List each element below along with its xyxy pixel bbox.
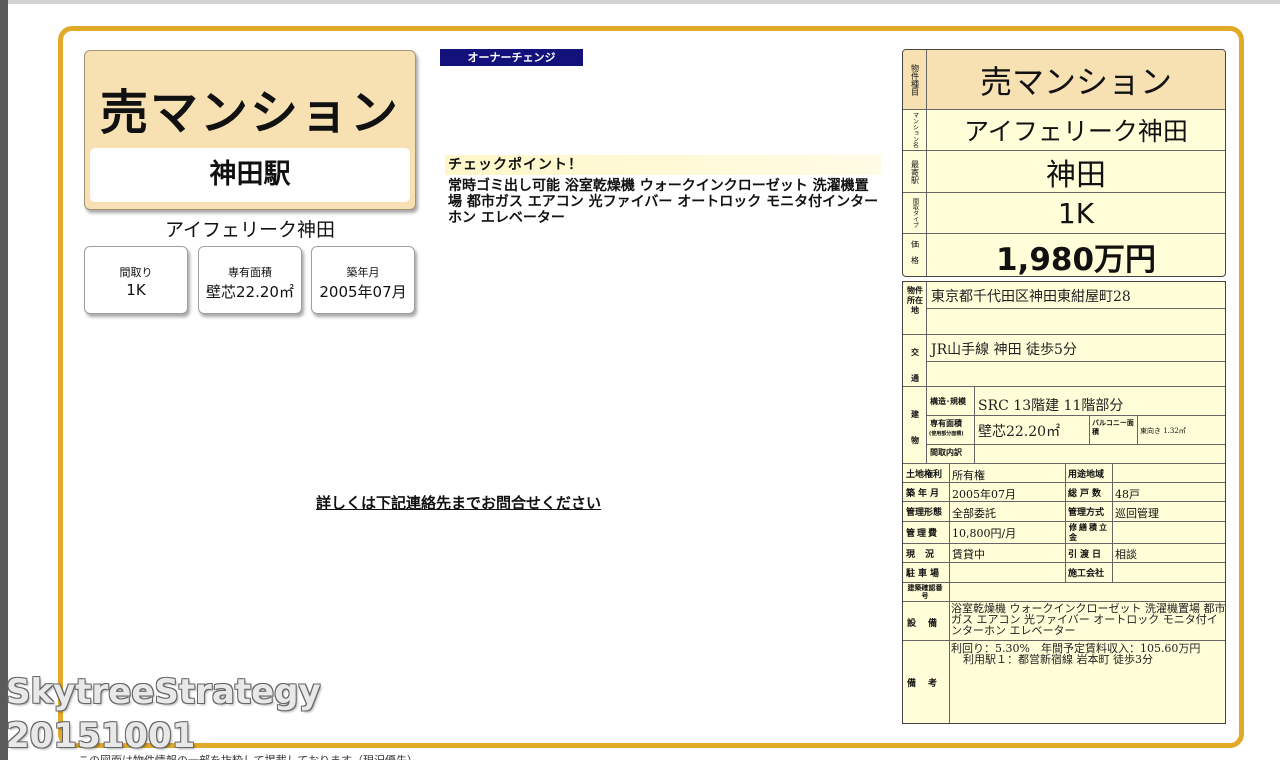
area-value: 壁芯22.20㎡ (978, 424, 1061, 440)
row-line-1 (903, 482, 1225, 483)
area-card-value: 壁芯22.20㎡ (206, 283, 294, 301)
balcony-divider-right (1137, 415, 1138, 444)
property-name: アイフェリーク神田 (164, 219, 336, 241)
building-label: 建物 (911, 410, 919, 445)
management-type-value: 全部委託 (952, 507, 996, 520)
management-type-label: 管理形態 (906, 508, 943, 518)
total-units-label: 総戸数 (1068, 489, 1105, 499)
summary-layout-row: 間取タイプ 1K (903, 193, 1225, 234)
grid-divider-3 (1112, 463, 1113, 582)
management-method-label: 管理方式 (1068, 508, 1105, 518)
summary-station-row: 最寄駅 神田 (903, 151, 1225, 193)
transport-sub-line (926, 361, 1225, 362)
area-note: (使用部分面積) (929, 431, 964, 437)
built-label: 築年月 (906, 489, 943, 499)
transport-value: JR山手線 神田 徒歩5分 (931, 342, 1077, 358)
structure-bottom-line (926, 415, 1225, 416)
row-line-2 (903, 501, 1225, 502)
summary-station-value: 神田 (1046, 157, 1106, 193)
details-table: 物件所在地 東京都千代田区神田東紺屋町28 交通 JR山手線 神田 徒歩5分 建… (902, 281, 1226, 724)
equipment-value: 浴室乾燥機 ウォークインクローゼット 洗濯機置場 都市ガス エアコン 光ファイバ… (951, 602, 1226, 637)
transport-label: 交通 (911, 348, 919, 383)
checkpoint-heading: チェックポイント！ (445, 155, 881, 175)
address-label: 物件所在地 (907, 286, 923, 315)
total-units-value: 48戸 (1115, 488, 1140, 501)
summary-price-value: 1,980万円 (995, 241, 1157, 277)
watermark-line-2: 20151001 (6, 716, 196, 756)
lower-divider (949, 582, 950, 723)
remarks-line-2: 利用駅１：都営新宿線 岩本町 徒歩3分 (963, 653, 1153, 666)
row-line-3 (903, 521, 1225, 522)
built-value: 2005年07月 (952, 488, 1016, 501)
address-sub-line (926, 308, 1225, 309)
remarks-label: 備考 (907, 679, 950, 689)
summary-table: 物件種目 売マンション マンション名 アイフェリーク神田 最寄駅 神田 間取タイ… (902, 49, 1226, 277)
summary-price-label: 価格 (903, 234, 927, 276)
contractor-label: 施工会社 (1068, 569, 1105, 579)
built-card-label: 築年月 (346, 266, 380, 279)
parking-label: 駐車場 (906, 569, 943, 579)
equipment-label: 設備 (907, 619, 950, 629)
checkpoint-body: 常時ゴミ出し可能 浴室乾燥機 ウォークインクローゼット 洗濯機置場 都市ガス エ… (448, 178, 879, 226)
row-line-4 (903, 543, 1225, 544)
layout-card: 間取り 1K (84, 246, 188, 314)
contact-link[interactable]: 詳しくは下記連絡先までお問合せください (316, 492, 601, 513)
hero-panel: 売マンション 神田駅 (84, 50, 416, 210)
management-fee-value: 10,800円/月 (952, 527, 1017, 540)
summary-type-value: 売マンション (979, 62, 1172, 101)
building-divider (926, 386, 927, 463)
area-bottom-line (926, 444, 1225, 445)
area-card-label: 専有面積 (228, 266, 272, 279)
grid-divider-1 (949, 463, 950, 582)
area-card: 専有面積 壁芯22.20㎡ (198, 246, 302, 314)
management-method-value: 巡回管理 (1115, 507, 1159, 520)
row-line-6 (903, 582, 1225, 583)
balcony-label: バルコニー面積 (1092, 419, 1134, 436)
summary-type-label: 物件種目 (903, 50, 927, 109)
hero-title: 売マンション (99, 85, 400, 141)
summary-name-value: アイフェリーク神田 (964, 117, 1188, 146)
built-card: 築年月 2005年07月 (311, 246, 415, 314)
transport-bottom-line (903, 386, 1225, 387)
address-value[interactable]: 東京都千代田区神田東紺屋町28 (931, 286, 1131, 306)
land-rights-value: 所有権 (952, 469, 985, 482)
summary-station-label: 最寄駅 (903, 151, 927, 192)
address-bottom-line (903, 334, 1225, 335)
management-fee-label: 管理費 (906, 529, 940, 539)
summary-price-row: 価格 1,980万円 (903, 234, 1225, 277)
owner-change-badge: オーナーチェンジ (440, 49, 583, 66)
repair-reserve-label: 修繕積立金 (1069, 523, 1109, 542)
interior-divider (974, 444, 975, 463)
balcony-value: 東向き 1.32㎡ (1140, 427, 1186, 435)
balcony-divider-left (1089, 415, 1090, 444)
area-label: 専有面積 (930, 419, 962, 428)
grid-divider-2 (1065, 463, 1066, 582)
handover-label: 引渡日 (1068, 550, 1105, 560)
confirm-label: 建築確認番号 (907, 584, 943, 600)
structure-label: 構造･規模 (930, 397, 966, 406)
summary-type-row: 物件種目 売マンション (903, 50, 1225, 110)
layout-card-value: 1K (126, 281, 146, 299)
summary-name-label: マンション名 (903, 110, 927, 150)
summary-layout-value: 1K (1057, 196, 1095, 230)
structure-value: SRC 13階建 11階部分 (978, 398, 1124, 414)
summary-layout-label: 間取タイプ (903, 193, 927, 233)
hero-station: 神田駅 (90, 148, 410, 202)
footer-note: この図面は物件情報の一部を抜粋して掲載しております（現況優先） (78, 752, 418, 760)
viewer-left-bar (0, 0, 8, 760)
interior-label: 間取内訳 (930, 448, 962, 457)
land-rights-label: 土地権利 (906, 470, 943, 480)
row-line-5 (903, 562, 1225, 563)
row-line-8 (903, 640, 1225, 641)
built-card-value: 2005年07月 (319, 283, 407, 301)
status-label: 現況 (906, 550, 945, 560)
viewer-top-bar (0, 0, 1280, 4)
zoning-label: 用途地域 (1068, 470, 1105, 480)
watermark-line-1: SkytreeStrategy (6, 672, 321, 712)
layout-card-label: 間取り (119, 266, 153, 279)
summary-name-row: マンション名 アイフェリーク神田 (903, 110, 1225, 151)
status-value: 賃貸中 (952, 548, 985, 561)
handover-value: 相談 (1115, 548, 1137, 561)
